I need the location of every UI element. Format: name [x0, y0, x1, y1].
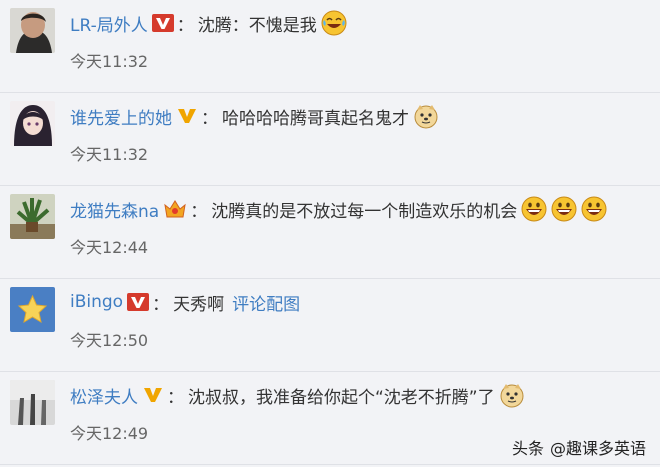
crown-badge-icon	[163, 199, 187, 219]
separator: ：	[152, 294, 170, 315]
comment-text: 沈腾：不愧是我	[197, 15, 317, 36]
comment-item: 龙猫先森na ： 沈腾真的是不放过每一个制造欢乐的机会 今天12:44	[0, 186, 660, 279]
divider	[0, 464, 660, 465]
comment-time: 今天11:32	[70, 145, 149, 164]
avatar[interactable]	[10, 287, 55, 332]
verified-red-badge-icon	[127, 293, 150, 311]
separator: ：	[201, 108, 218, 129]
laugh-emoji-icon	[581, 196, 607, 222]
watermark: 头条 @趣课多英语	[512, 435, 646, 459]
comment-item: iBingo ： 天秀啊 评论配图 今天12:50	[0, 279, 660, 372]
watermark-account: @趣课多英语	[549, 439, 646, 458]
separator: ：	[176, 15, 194, 36]
username[interactable]: 谁先爱上的她	[70, 104, 172, 129]
avatar[interactable]	[10, 194, 55, 239]
comment-text: 沈叔叔，我准备给你起个“沈老不折腾”了	[188, 387, 495, 408]
avatar[interactable]	[10, 8, 55, 53]
comment-time: 今天12:49	[70, 424, 149, 443]
username[interactable]: LR-局外人	[70, 11, 148, 36]
laugh-emoji-icon	[551, 196, 577, 222]
comment-text: 哈哈哈哈腾哥真起名鬼才	[222, 108, 409, 129]
separator: ：	[167, 387, 184, 408]
comment-time: 今天12:50	[70, 331, 149, 350]
comment-item: LR-局外人 ： 沈腾：不愧是我 今天11:32	[0, 0, 660, 93]
username[interactable]: 龙猫先森na	[70, 197, 159, 222]
comment-item: 谁先爱上的她 ： 哈哈哈哈腾哥真起名鬼才 今天11:32	[0, 93, 660, 186]
laugh-emoji-icon	[521, 196, 547, 222]
avatar[interactable]	[10, 380, 55, 425]
separator: ：	[190, 201, 208, 222]
comment-list: LR-局外人 ： 沈腾：不愧是我 今天11:32 谁先爱上的她 ： 哈哈哈哈腾哥…	[0, 0, 660, 465]
watermark-platform: 头条	[511, 439, 544, 458]
verified-yellow-badge-icon	[142, 386, 164, 404]
laugh-tears-emoji-icon	[321, 10, 347, 36]
comment-image-link[interactable]: 评论配图	[232, 290, 300, 315]
doge-emoji-icon	[413, 103, 439, 129]
username[interactable]: iBingo	[70, 292, 123, 312]
comment-text: 沈腾真的是不放过每一个制造欢乐的机会	[211, 201, 518, 222]
avatar[interactable]	[10, 101, 55, 146]
verified-red-badge-icon	[151, 14, 174, 32]
comment-text: 天秀啊	[173, 294, 225, 315]
username[interactable]: 松泽夫人	[70, 383, 138, 408]
doge-emoji-icon	[499, 382, 525, 408]
verified-yellow-badge-icon	[176, 107, 198, 125]
comment-time: 今天11:32	[70, 52, 149, 71]
comment-time: 今天12:44	[70, 238, 149, 257]
